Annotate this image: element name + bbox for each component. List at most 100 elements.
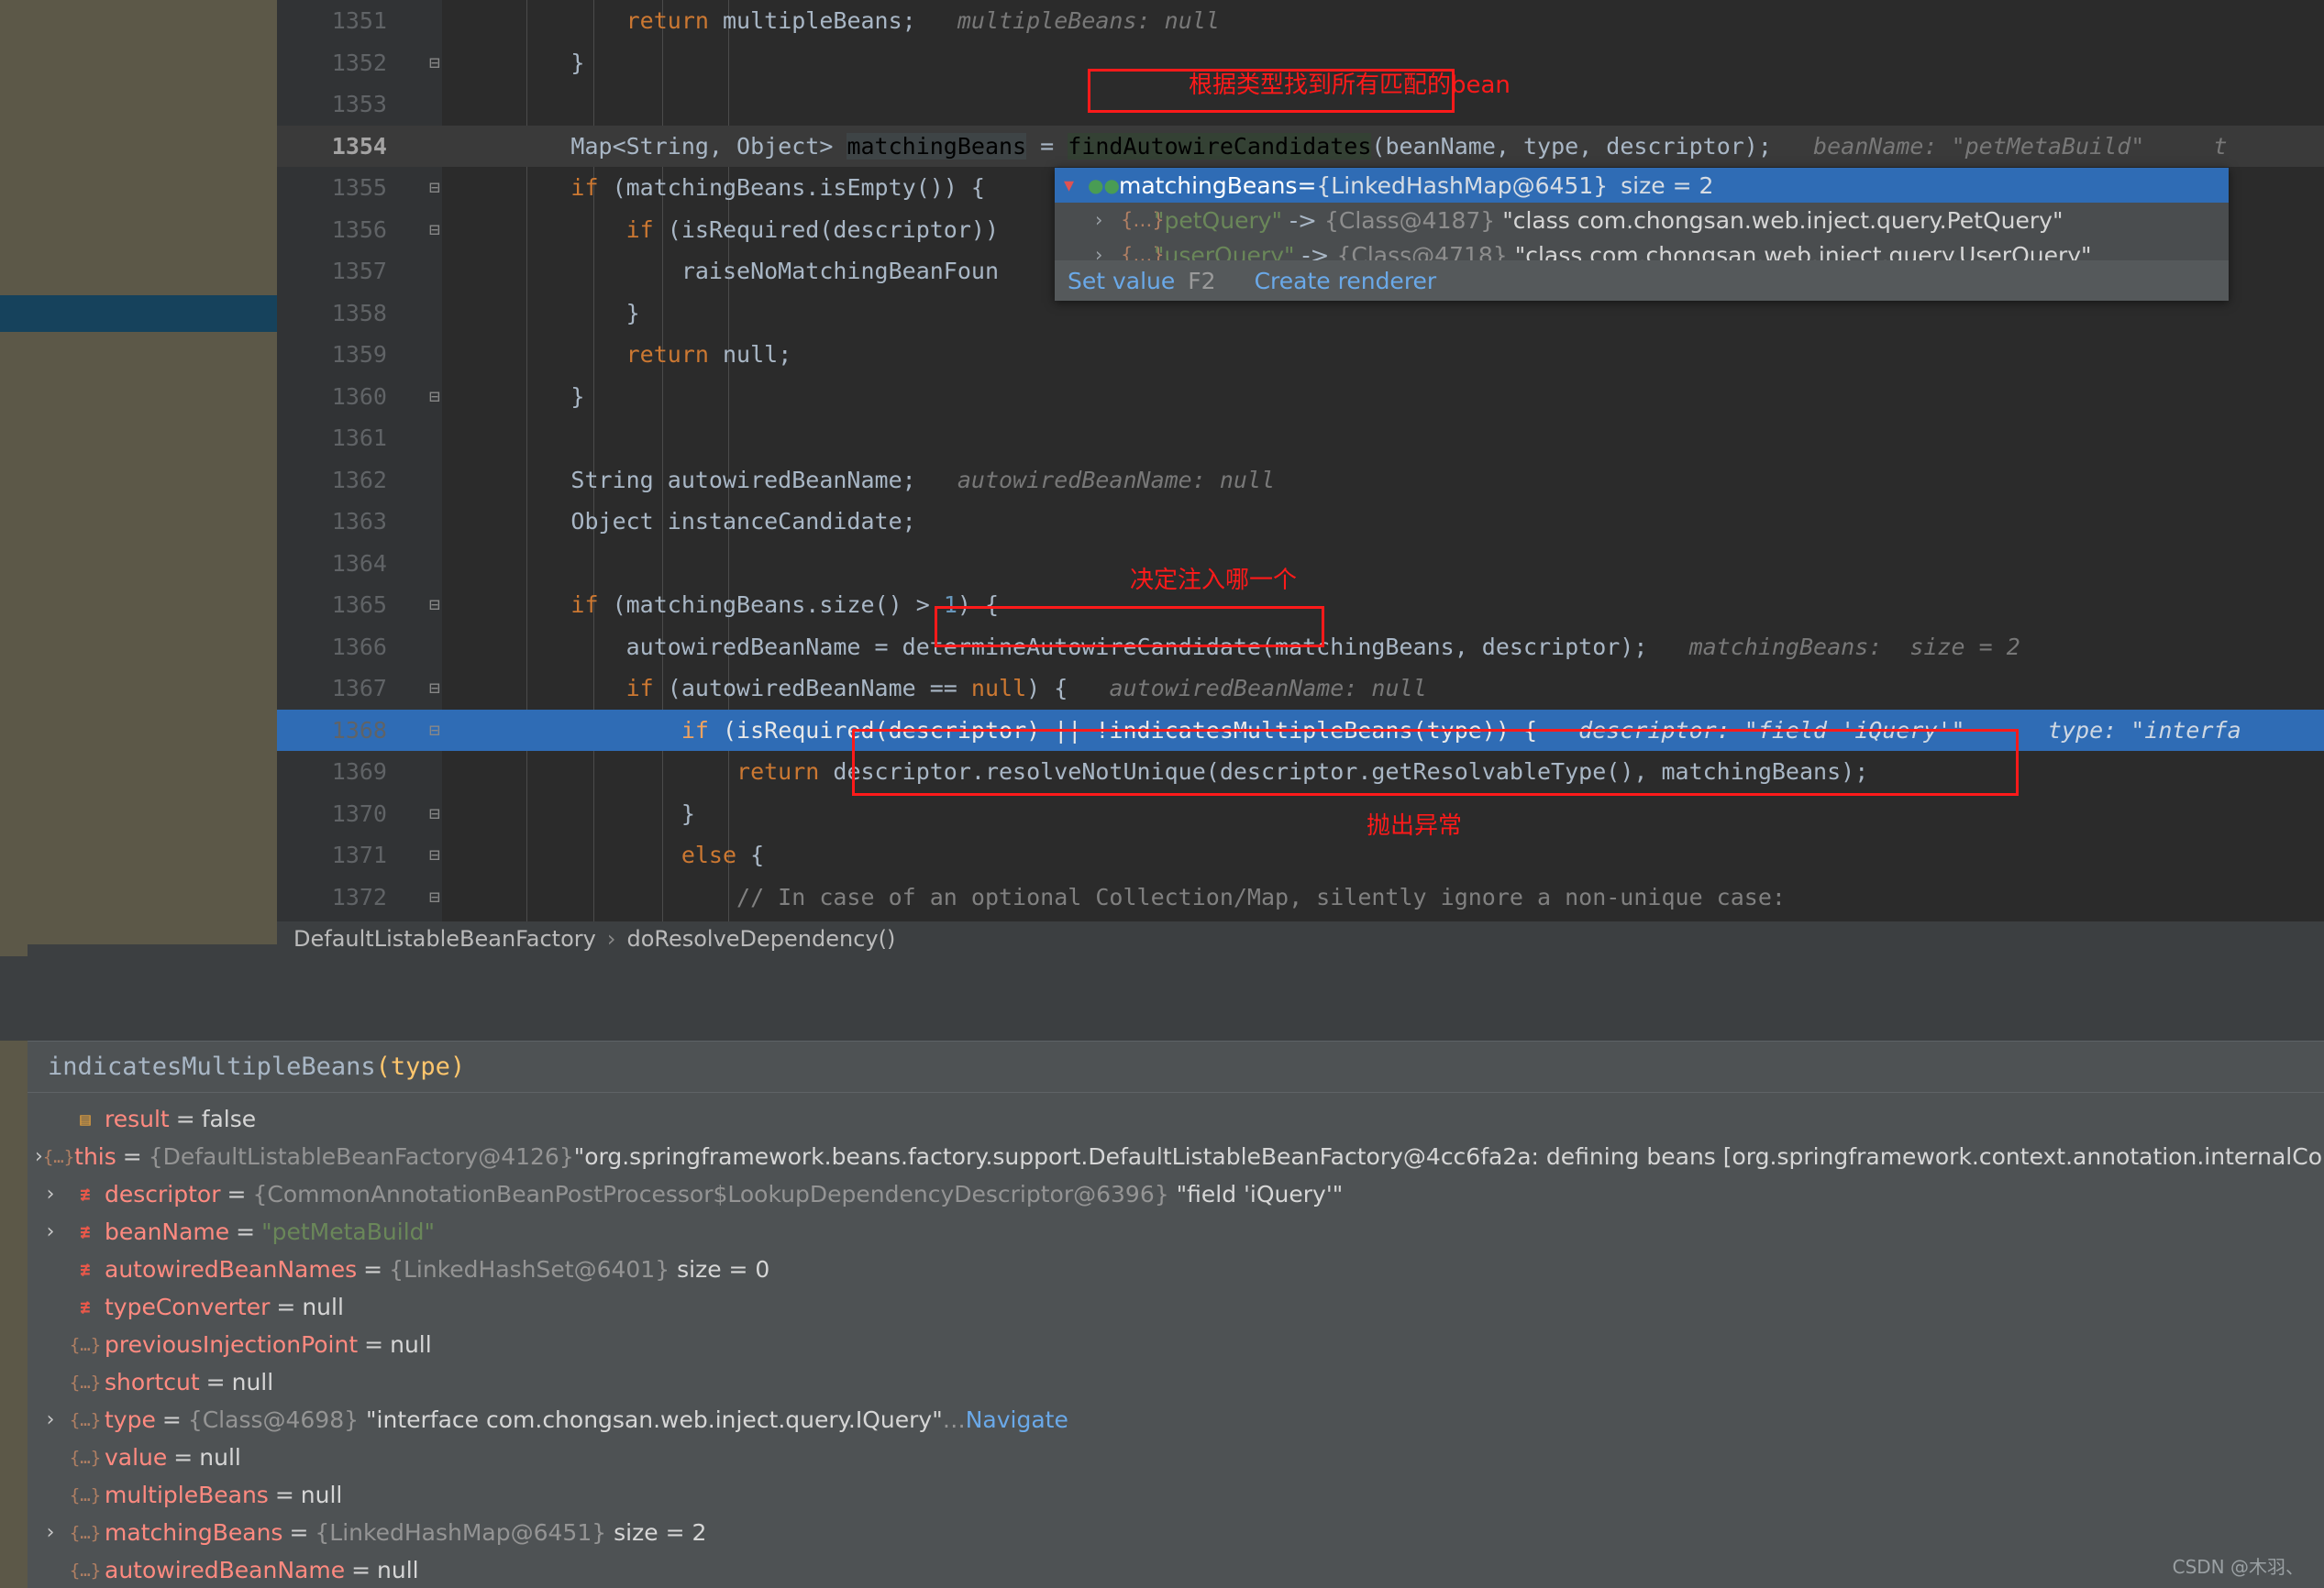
code-line[interactable]: 1370 ⊟ } (277, 793, 2324, 835)
popup-footer[interactable]: Set value F2 Create renderer (1055, 260, 2229, 301)
background-panel-selection (0, 295, 277, 332)
code-token: if (625, 215, 654, 243)
code-token: String autowiredBeanName; (460, 466, 916, 493)
code-token: autowiredBeanName = determineAutowireCan… (460, 633, 1648, 660)
code-token: (beanName, type, descriptor); (1371, 132, 1772, 160)
fold-marker-icon[interactable]: ⊟ (424, 584, 446, 626)
code-line[interactable]: 1365 ⊟ if (matchingBeans.size() > 1) { (277, 584, 2324, 626)
fold-marker-icon[interactable]: ⊟ (424, 710, 446, 752)
fold-marker-icon[interactable]: ⊟ (424, 877, 446, 919)
variable-value: null (377, 1557, 419, 1583)
code-token: (matchingBeans.isEmpty()) { (598, 174, 985, 201)
code-line[interactable]: 1361 (277, 417, 2324, 459)
fold-marker-icon[interactable]: ⊟ (424, 376, 446, 418)
breadcrumb-class[interactable]: DefaultListableBeanFactory (293, 926, 596, 952)
debugger-variables-panel[interactable]: indicatesMultipleBeans (type) ▤ result = fa… (28, 1041, 2324, 1588)
variable-name: result (105, 1106, 170, 1132)
variable-row[interactable]: {…} autowiredBeanName = null (28, 1551, 2324, 1588)
code-line-list[interactable]: 1351 return multipleBeans; multipleBeans… (277, 0, 2324, 918)
breadcrumb-method[interactable]: doResolveDependency() (626, 926, 895, 952)
code-token: descriptor.resolveNotUnique(descriptor.g… (819, 758, 1869, 785)
set-value-button[interactable]: Set value (1068, 268, 1175, 294)
fold-marker-icon[interactable]: ⊟ (424, 167, 446, 209)
variable-name: type (105, 1406, 156, 1433)
variable-row[interactable]: › ≢ descriptor = {CommonAnnotationBeanPostPr… (28, 1175, 2324, 1213)
line-number: 1362 (331, 466, 387, 493)
debugger-value-popup[interactable]: ▾ ●● matchingBeans = {LinkedHashMap@6451… (1055, 168, 2229, 301)
object-icon: {…} (69, 1372, 102, 1393)
fold-marker-icon[interactable]: ⊟ (424, 793, 446, 835)
code-line[interactable]: 1368 ⊟ if (isRequired(descriptor) || !ind… (277, 709, 2324, 752)
debugger-frame-title[interactable]: indicatesMultipleBeans (type) (28, 1042, 2324, 1093)
equals-sign: = (205, 1369, 226, 1395)
equals-sign: = (173, 1444, 194, 1471)
popup-header-row[interactable]: ▾ ●● matchingBeans = {LinkedHashMap@6451… (1055, 168, 2229, 203)
code-line[interactable]: 1359 return null; (277, 334, 2324, 376)
watermark: CSDN @木羽、 (2172, 1556, 2304, 1578)
variable-row[interactable]: ≢ typeConverter = null (28, 1288, 2324, 1326)
fold-marker-icon[interactable]: ⊟ (424, 209, 446, 251)
line-number: 1372 (331, 883, 387, 910)
line-number: 1359 (331, 341, 387, 368)
fold-marker-icon[interactable]: ⊟ (424, 834, 446, 877)
code-token: ) { (1026, 675, 1068, 701)
line-number: 1371 (331, 842, 387, 868)
code-text: else { (460, 834, 764, 877)
line-number: 1354 (331, 132, 387, 160)
code-token: if (570, 174, 599, 201)
variable-list[interactable]: ▤ result = false › {…} this = {DefaultListableBe… (28, 1093, 2324, 1588)
code-token: } (460, 800, 695, 827)
fold-marker-icon[interactable]: ⊟ (424, 42, 446, 84)
variable-row[interactable]: {…} multipleBeans = null (28, 1476, 2324, 1514)
create-renderer-button[interactable]: Create renderer (1255, 268, 1437, 294)
code-line[interactable]: 1362 String autowiredBeanName; autowired… (277, 459, 2324, 502)
variable-row[interactable]: › {…} this = {DefaultListableBeanFactory@412… (28, 1138, 2324, 1175)
variable-row[interactable]: {…} value = null (28, 1439, 2324, 1476)
variable-row[interactable]: {…} previousInjectionPoint = null (28, 1326, 2324, 1363)
breadcrumb[interactable]: DefaultListableBeanFactory › doResolveDe… (277, 921, 2324, 956)
code-line[interactable]: 1363 Object instanceCandidate; (277, 501, 2324, 543)
code-token: findAutowireCandidates (1068, 132, 1372, 160)
code-line[interactable]: 1372 ⊟ // In case of an optional Collecti… (277, 877, 2324, 919)
chevron-right-icon: › (606, 926, 616, 952)
variable-row[interactable]: › {…} type = {Class@4698} "interface com.chon… (28, 1401, 2324, 1439)
variable-row[interactable]: ▤ result = false (28, 1100, 2324, 1138)
equals-sign: = (227, 1181, 247, 1208)
variable-row[interactable]: ≢ autowiredBeanNames = {LinkedHashSet@6401}… (28, 1251, 2324, 1288)
chevron-right-icon[interactable]: › (35, 1183, 66, 1206)
fold-marker-icon[interactable]: ⊟ (424, 667, 446, 710)
object-icon: {…} (42, 1146, 75, 1167)
code-line[interactable]: 1360 ⊟ } (277, 376, 2324, 418)
code-token: matchingBeans: size = 2 (1647, 633, 2020, 660)
code-line[interactable]: 1371 ⊟ else { (277, 834, 2324, 877)
variable-row[interactable]: {…} shortcut = null (28, 1363, 2324, 1401)
watch-glasses-icon: ●● (1088, 174, 1120, 196)
variable-row[interactable]: › ≢ beanName = "petMetaBuild" (28, 1213, 2324, 1251)
navigate-link[interactable]: Navigate (966, 1406, 1068, 1433)
code-editor[interactable]: 1351 return multipleBeans; multipleBeans… (277, 0, 2324, 921)
code-line[interactable]: 1351 return multipleBeans; multipleBeans… (277, 0, 2324, 42)
code-token: (autowiredBeanName == (653, 675, 971, 701)
chevron-right-icon[interactable]: › (35, 1220, 66, 1243)
background-panel (0, 0, 277, 944)
line-number: 1364 (331, 549, 387, 577)
chevron-right-icon[interactable]: › (1095, 209, 1121, 231)
code-line[interactable]: 1366 autowiredBeanName = determineAutowi… (277, 626, 2324, 668)
code-line[interactable]: 1354 Map<String, Object> matchingBeans =… (277, 125, 2324, 167)
code-line[interactable]: 1369 return descriptor.resolveNotUnique(… (277, 751, 2324, 793)
chevron-right-icon[interactable]: › (35, 1408, 66, 1431)
chevron-right-icon[interactable]: › (35, 1145, 43, 1168)
code-text: if (matchingBeans.isEmpty()) { (460, 167, 985, 209)
chevron-right-icon[interactable]: › (35, 1521, 66, 1544)
code-line[interactable]: 1367 ⊟ if (autowiredBeanName == null) { a… (277, 667, 2324, 710)
code-token: autowiredBeanName: null (915, 466, 1276, 493)
code-token: beanName: "petMetaBuild" (1771, 132, 2145, 160)
popup-entry[interactable]: › {…} "petQuery" -> {Class@4187} "class com.c… (1055, 203, 2229, 237)
variable-name: autowiredBeanNames (105, 1256, 358, 1283)
chevron-down-icon[interactable]: ▾ (1064, 174, 1088, 197)
code-token: ) { (957, 591, 1000, 618)
variable-row[interactable]: › {…} matchingBeans = {LinkedHashMap@6451} si… (28, 1514, 2324, 1551)
code-line[interactable]: 1364 (277, 543, 2324, 585)
